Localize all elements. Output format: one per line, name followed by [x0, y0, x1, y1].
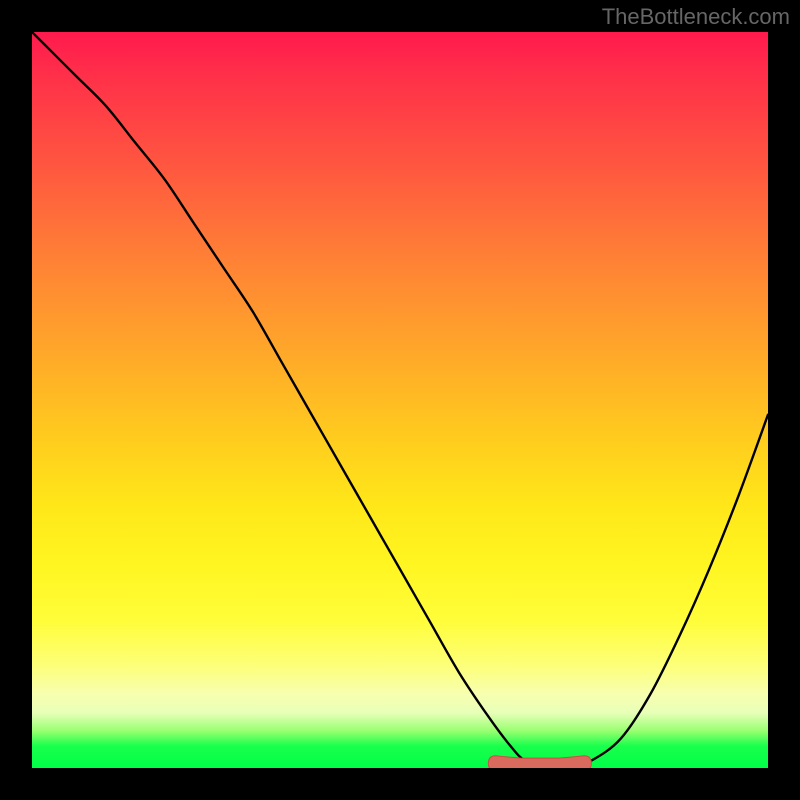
- plot-area: [32, 32, 768, 768]
- bottleneck-curve: [32, 32, 768, 768]
- attribution-text: TheBottleneck.com: [602, 4, 790, 30]
- optimal-range-pill: [488, 756, 591, 768]
- chart-overlay: [32, 32, 768, 768]
- optimal-range-marker: [488, 756, 591, 768]
